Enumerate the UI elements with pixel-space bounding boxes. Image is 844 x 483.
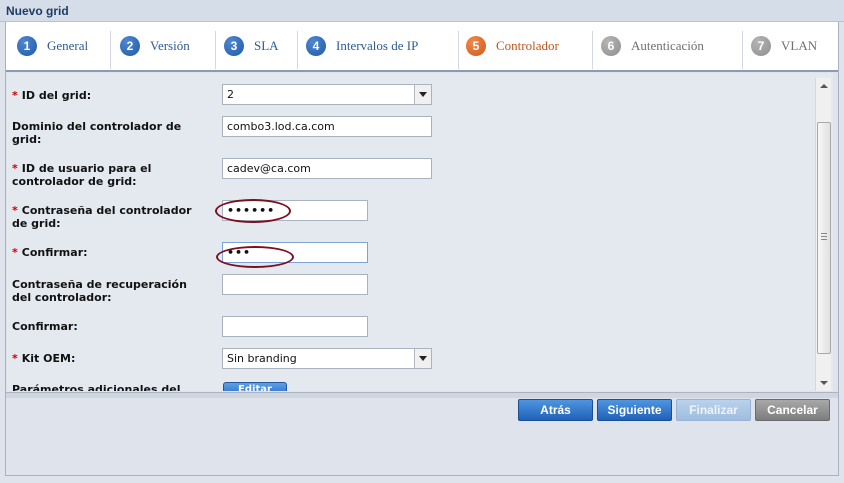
controller-user-id-label: * ID de usuario para el controlador de gr… [12,162,151,188]
required-marker: * [12,352,18,365]
tab-controller-label: Controlador [496,38,559,53]
grip-icon [821,233,827,240]
oem-kit-label: * Kit OEM: [12,352,75,365]
edit-params-button[interactable]: Editar [223,382,287,391]
required-marker: * [12,162,18,175]
next-button[interactable]: Siguiente [597,399,672,421]
dialog-title: Nuevo grid [6,4,69,18]
tab-ip-ranges-label: Intervalos de IP [336,38,419,53]
finish-button[interactable]: Finalizar [676,399,751,421]
scroll-up-icon[interactable] [816,78,832,94]
tab-sla-label: SLA [254,38,279,53]
tab-divider [297,31,298,69]
controller-domain-label-line1: Dominio del controlador de [12,120,182,133]
back-button[interactable]: Atrás [518,399,593,421]
chevron-down-icon[interactable] [414,349,431,368]
extra-params-label: Parámetros adicionales del [12,383,181,391]
oem-kit-label-text: Kit OEM: [21,352,76,365]
controller-form: * ID del grid: 2 Dominio del controlador … [7,73,833,391]
recovery-password-input[interactable] [222,274,368,295]
tab-version[interactable]: 2 Versión [120,35,190,57]
recovery-password-label: Contraseña de recuperación del controlad… [12,278,187,304]
controller-domain-input[interactable]: combo3.lod.ca.com [222,116,432,137]
controller-password-label-line1: Contraseña del controlador [21,204,192,217]
tab-divider [215,31,216,69]
tab-ip-ranges[interactable]: 4 Intervalos de IP [306,35,418,57]
step-3-icon: 3 [224,36,244,56]
grid-id-label: * ID del grid: [12,89,91,102]
form-scrollbar[interactable] [815,78,831,391]
scroll-down-icon[interactable] [816,375,832,391]
tab-general-label: General [47,38,89,53]
tab-vlan[interactable]: 7 VLAN [751,35,817,57]
wizard-tabs: 1 General 2 Versión 3 SLA 4 Intervalos d… [6,22,838,72]
step-4-icon: 4 [306,36,326,56]
controller-domain-label: Dominio del controlador de grid: [12,120,181,146]
controller-user-id-label-line2: controlador de grid: [12,175,137,188]
tab-controller[interactable]: 5 Controlador [466,35,559,57]
step-1-icon: 1 [17,36,37,56]
oem-kit-value: Sin branding [227,352,297,365]
tab-divider [742,31,743,69]
recovery-password-label-line1: Contraseña de recuperación [12,278,187,291]
controller-user-id-input[interactable]: cadev@ca.com [222,158,432,179]
tab-sla[interactable]: 3 SLA [224,35,279,57]
chevron-down-icon[interactable] [414,85,431,104]
grid-id-label-text: ID del grid: [21,89,92,102]
highlight-oval [215,199,291,223]
required-marker: * [12,246,18,259]
controller-domain-label-line2: grid: [12,133,42,146]
controller-user-id-label-line1: ID de usuario para el [21,162,152,175]
required-marker: * [12,204,18,217]
tab-general[interactable]: 1 General [17,35,88,57]
tab-version-label: Versión [150,38,190,53]
tab-divider [592,31,593,69]
step-5-icon: 5 [466,36,486,56]
tab-divider [110,31,111,69]
grid-id-value: 2 [227,88,234,101]
confirm-password-label: * Confirmar: [12,246,88,259]
confirm-recovery-input[interactable] [222,316,368,337]
step-7-icon: 7 [751,36,771,56]
step-2-icon: 2 [120,36,140,56]
oem-kit-select[interactable]: Sin branding [222,348,432,369]
tab-vlan-label: VLAN [781,38,818,53]
highlight-oval [216,246,294,268]
recovery-password-label-line2: del controlador: [12,291,112,304]
required-marker: * [12,89,18,102]
controller-password-label-line2: de grid: [12,217,61,230]
cancel-button[interactable]: Cancelar [755,399,830,421]
confirm-recovery-label: Confirmar: [12,320,78,333]
tab-authentication[interactable]: 6 Autenticación [601,35,704,57]
step-6-icon: 6 [601,36,621,56]
tab-authentication-label: Autenticación [631,38,704,53]
controller-password-label: * Contraseña del controlador de grid: [12,204,192,230]
tab-divider [458,31,459,69]
grid-id-select[interactable]: 2 [222,84,432,105]
confirm-password-label-text: Confirmar: [21,246,88,259]
scroll-thumb[interactable] [817,122,831,354]
footer-divider [6,392,838,398]
dialog-titlebar: Nuevo grid [0,0,844,22]
